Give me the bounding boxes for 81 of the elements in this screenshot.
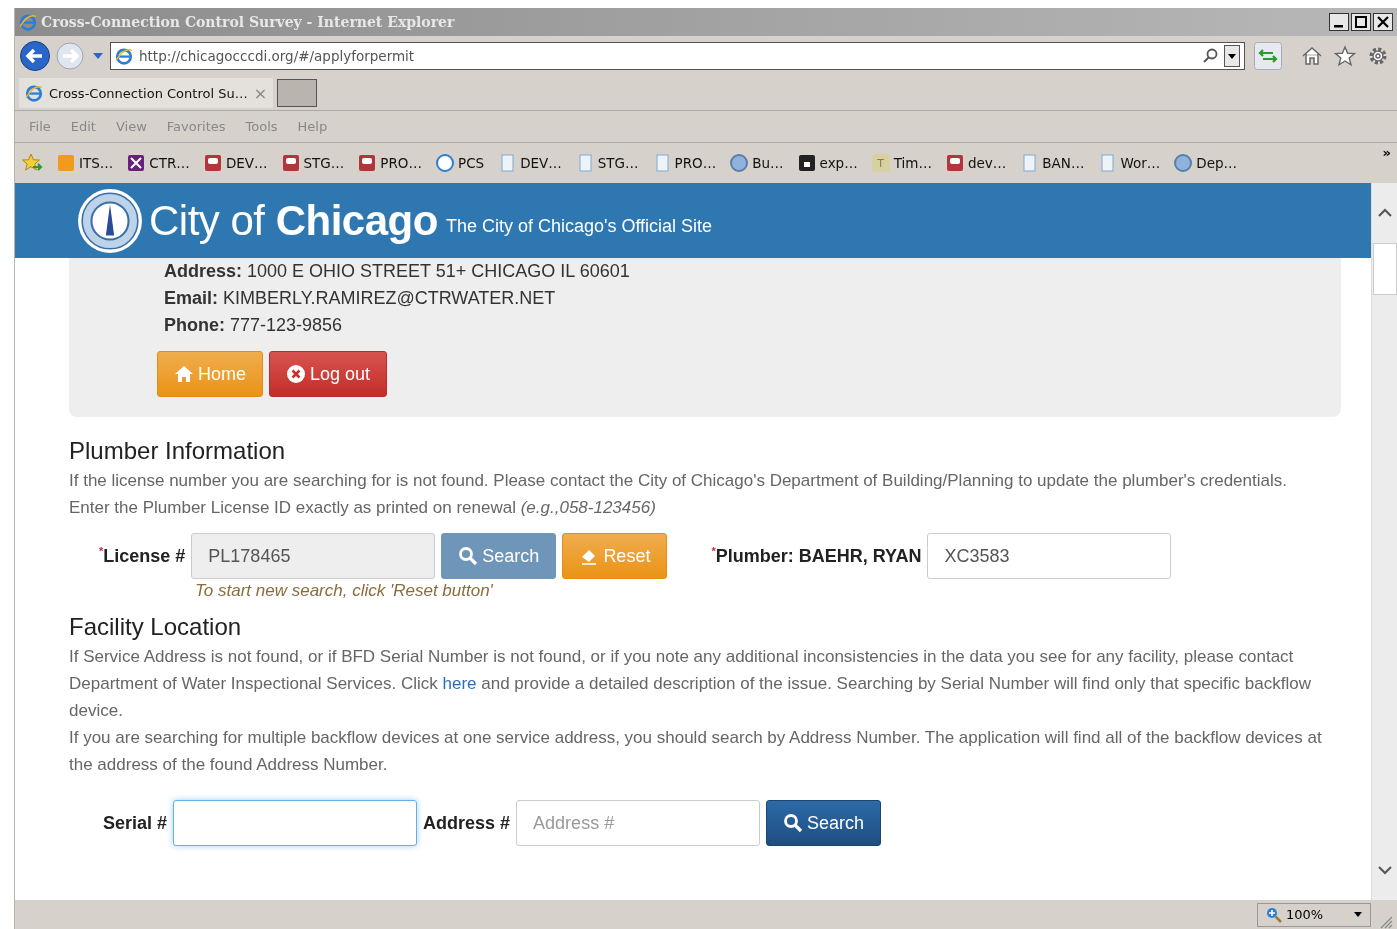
zoom-icon <box>1266 906 1282 923</box>
house-icon <box>174 364 194 384</box>
database-icon <box>203 154 222 172</box>
favorite-link[interactable]: DEV… <box>203 154 268 172</box>
database-icon <box>281 154 300 172</box>
lock-icon <box>797 154 816 172</box>
favorite-link[interactable]: DEV… <box>498 154 562 172</box>
search-icon[interactable] <box>1202 48 1218 64</box>
home-icon[interactable] <box>1301 45 1323 67</box>
zoom-control[interactable]: 100% <box>1257 902 1371 927</box>
star-icon[interactable] <box>21 152 43 174</box>
refresh-icon[interactable] <box>1254 42 1282 70</box>
favorite-link[interactable]: exp… <box>797 154 858 172</box>
close-icon[interactable] <box>1373 13 1393 31</box>
account-detail: Address: 1000 E OHIO STREET 51+ CHICAGO IL 60601 <box>164 260 631 283</box>
favorite-link[interactable]: CTR… <box>127 154 190 172</box>
star-icon[interactable] <box>1334 45 1356 67</box>
search-button[interactable]: Search <box>766 800 882 846</box>
document-icon <box>1020 154 1039 172</box>
logout-button[interactable]: Log out <box>269 351 388 397</box>
page-icon <box>436 154 454 172</box>
grid-icon <box>57 154 75 172</box>
page-icon <box>115 47 133 65</box>
favorite-link[interactable]: T Tim… <box>871 154 932 172</box>
browser-logo-icon <box>19 13 37 31</box>
letter-icon: T <box>871 154 890 172</box>
instruction-text: Enter the Plumber License ID exactly as printed on renewal (e.g.,058-123456) <box>69 497 657 519</box>
browser-tab[interactable]: Cross-Connection Control Su… × <box>19 78 274 108</box>
here-link[interactable]: here <box>442 674 477 693</box>
favorite-link[interactable]: ITS… <box>57 154 114 172</box>
section-heading: Facility Location <box>69 613 243 641</box>
info-text: If Service Address is not found, or if BFD Serial Number is not found, or if you note any additional inconsistencies in the data you see for any facility, please contact Department of Water Inspectional Services. Click here and provide a detailed description of the issue. Searching by Serial Number will find only that specific backflow device. <box>69 646 1312 722</box>
favorite-link[interactable]: STG… <box>575 154 639 172</box>
seal-icon <box>1174 154 1193 172</box>
account-detail: Phone: 777-123-9856 <box>164 314 344 337</box>
back-icon[interactable] <box>19 40 51 72</box>
favorite-link[interactable]: Dep… <box>1174 154 1238 172</box>
favorite-link[interactable]: Bu… <box>730 154 784 172</box>
caret-icon[interactable] <box>93 53 103 59</box>
favorite-link[interactable]: PRO… <box>358 154 422 172</box>
address-label: Address # <box>423 812 511 834</box>
favorite-link[interactable]: dev… <box>945 154 1007 172</box>
site-logo-text: City of Chicago <box>149 196 438 245</box>
serial-field[interactable] <box>173 800 418 846</box>
document-icon <box>498 154 517 172</box>
dropdown-icon[interactable] <box>1224 45 1240 67</box>
hint-text: To start new search, click 'Reset button' <box>195 581 494 601</box>
seal-logo-icon <box>77 187 143 254</box>
document-icon <box>1098 154 1117 172</box>
window-title: Cross-Connection Control Survey - Internet Explorer <box>41 14 456 30</box>
favorite-link[interactable]: Wor… <box>1098 154 1161 172</box>
plumber-label: $^{*}$Plumber: BAEHR, RYAN <box>711 545 922 567</box>
minimize-icon[interactable] <box>1329 13 1349 31</box>
address-number-field[interactable]: Address # <box>516 800 761 846</box>
search-icon <box>458 546 479 566</box>
caret-icon <box>1354 912 1362 917</box>
plumber-field[interactable]: XC3583 <box>927 533 1172 579</box>
seal-icon <box>730 154 749 172</box>
scroll-thumb[interactable] <box>1372 243 1397 295</box>
favorite-link[interactable]: STG… <box>281 154 345 172</box>
scrollbar[interactable] <box>1371 183 1397 900</box>
address-field[interactable]: http://chicagocccdi.org/#/applyforpermit <box>110 42 1245 70</box>
account-detail: Email: KIMBERLY.RAMIREZ@CTRWATER.NET <box>164 287 557 310</box>
new-tab-button[interactable] <box>277 79 318 107</box>
search-icon <box>783 813 804 833</box>
favorite-link[interactable]: PCS <box>436 154 485 172</box>
close-circle-icon <box>286 364 306 384</box>
info-text: If the license number you are searching for is not found. Please contact the City of Chicago's Department of Building/Planning to update the plumber's credentials. <box>69 470 1288 492</box>
info-text: If you are searching for multiple backflow devices at one service address, you should search by Address Number. The application will find all of the backflow devices at the address of the found Address Number. <box>69 727 1323 776</box>
license-label: $^{*}$License # <box>99 545 186 567</box>
page-icon <box>25 84 43 102</box>
favorite-link[interactable]: PRO… <box>652 154 717 172</box>
favorite-link[interactable]: BAN… <box>1020 154 1085 172</box>
database-icon <box>945 154 964 172</box>
maximize-icon[interactable] <box>1351 13 1371 31</box>
database-icon <box>358 154 377 172</box>
settings-icon[interactable] <box>1367 45 1389 67</box>
site-tagline: The City of Chicago's Official Site <box>445 216 713 237</box>
more-favorites-button[interactable]: » <box>1382 145 1391 160</box>
section-heading: Plumber Information <box>69 437 287 465</box>
serial-label: Serial # <box>103 812 168 834</box>
